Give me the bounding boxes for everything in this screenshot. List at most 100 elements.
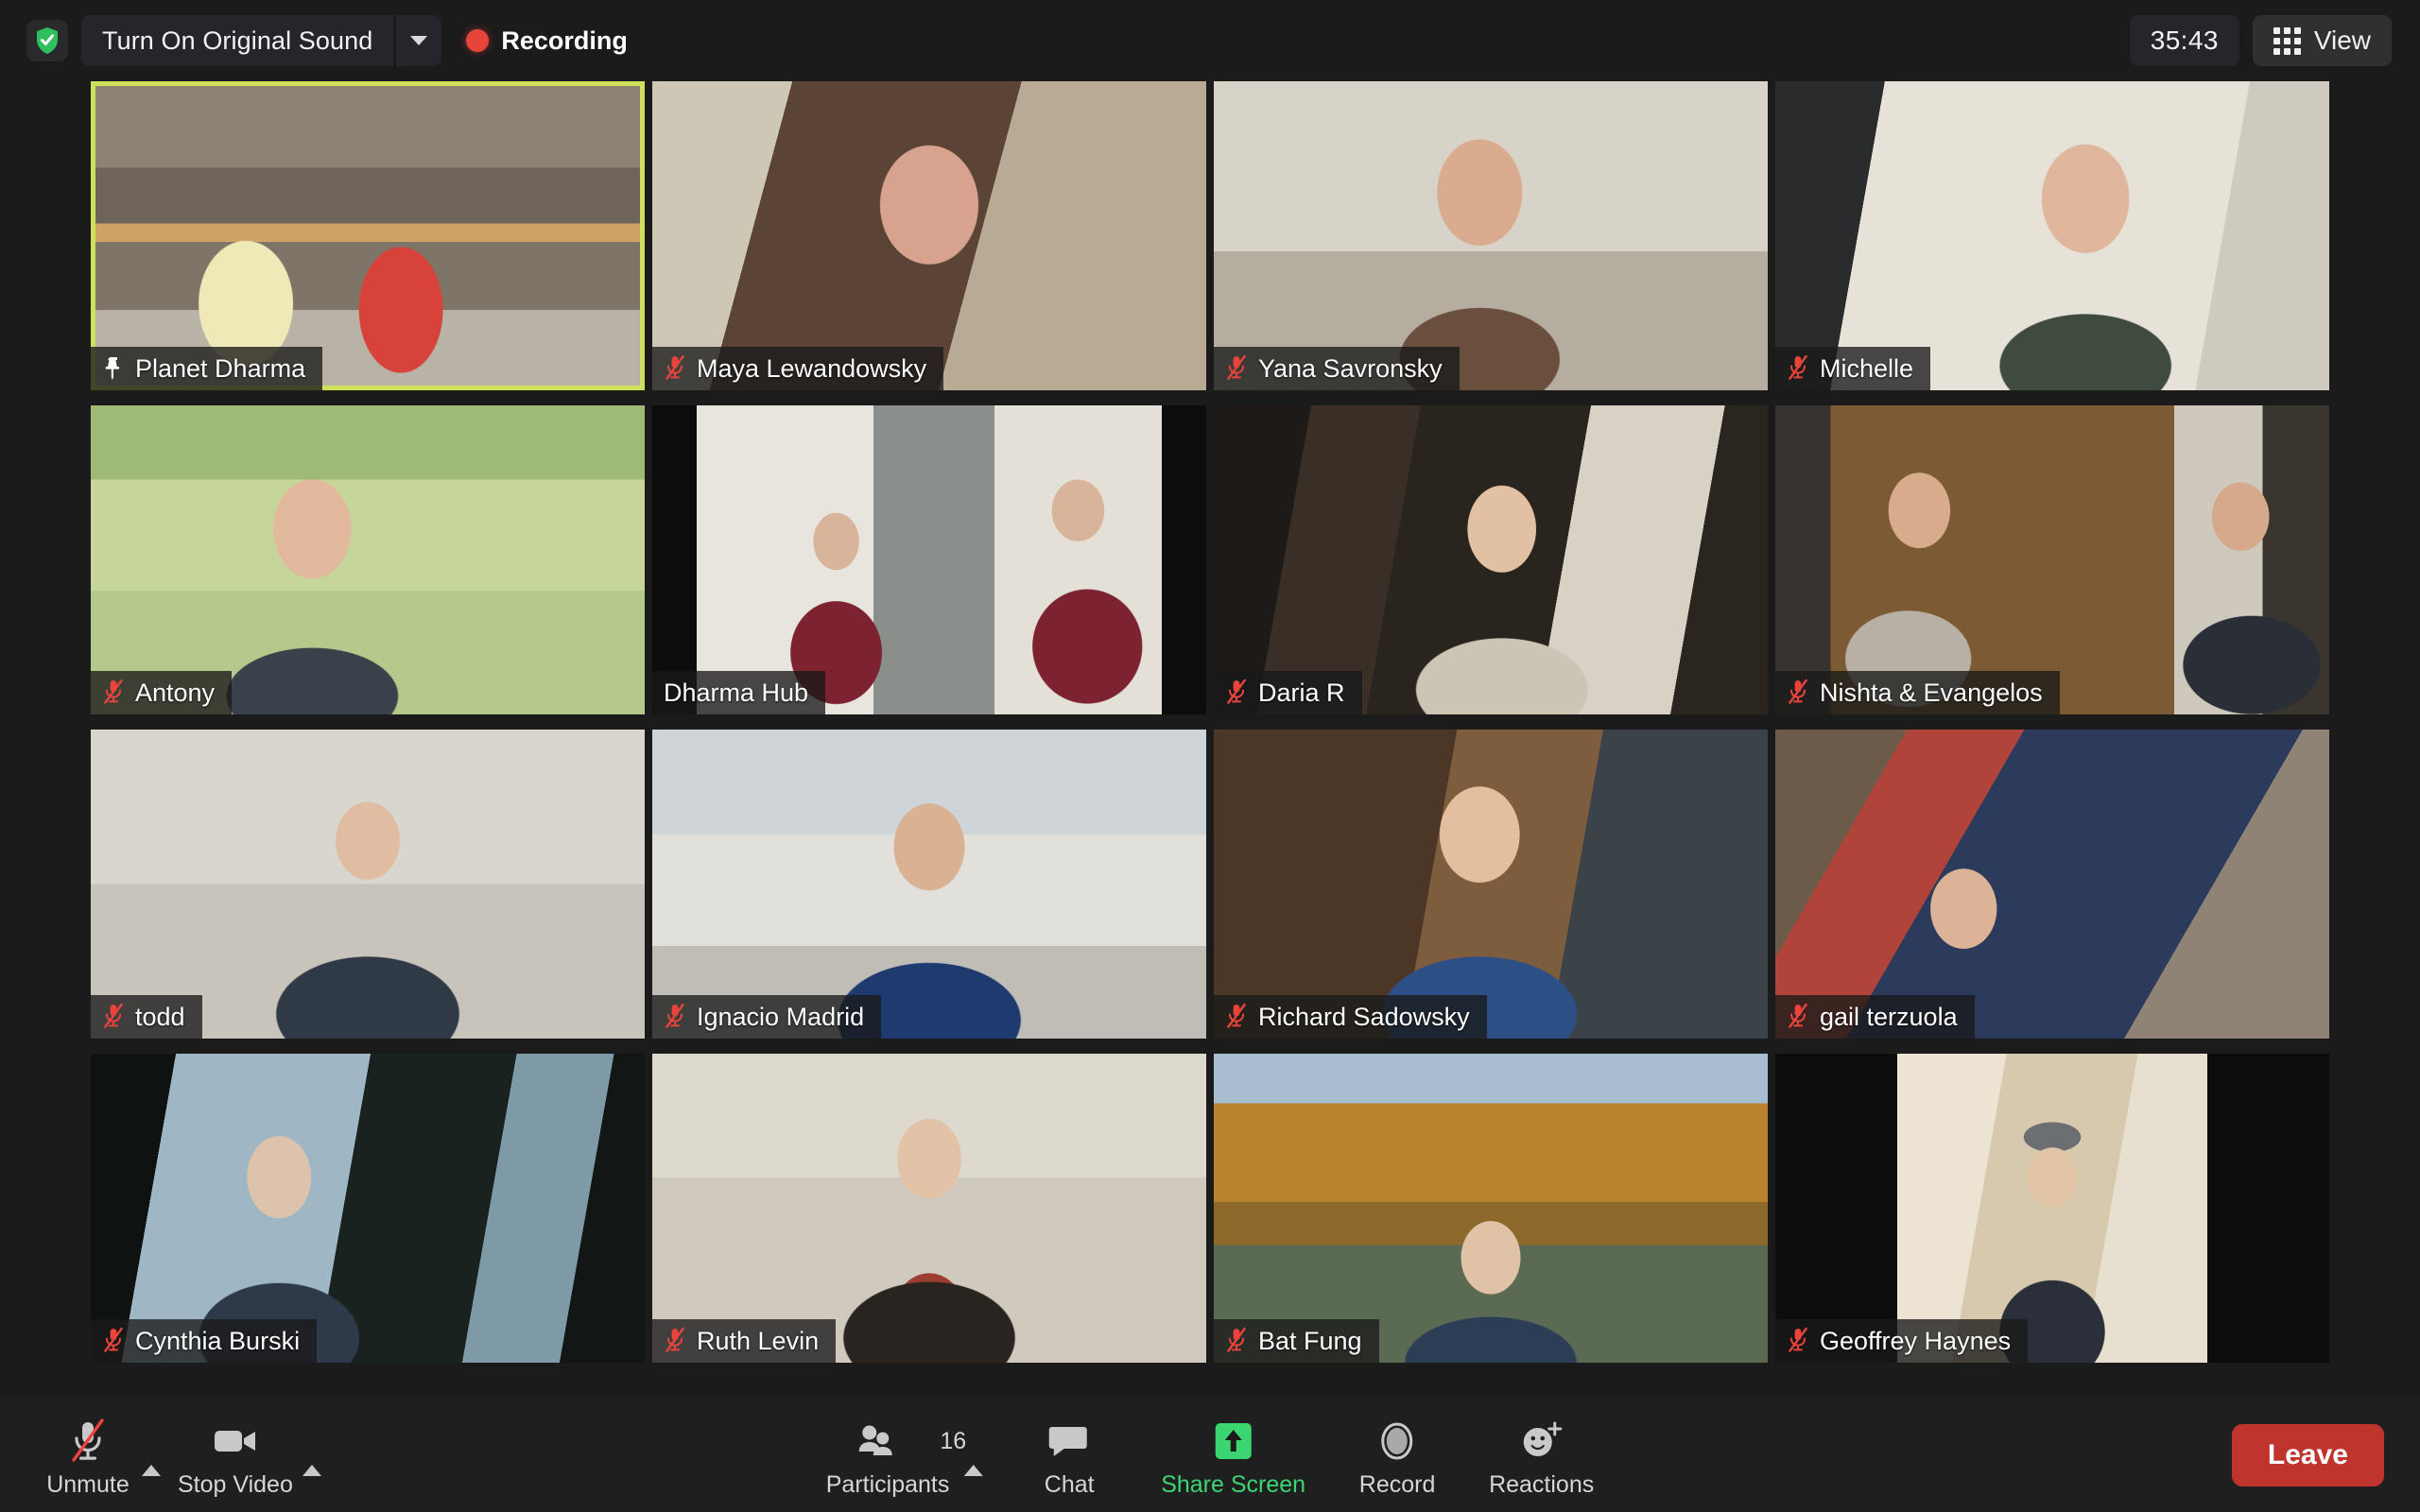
participant-tile[interactable]: Antony [91,405,645,714]
record-button[interactable]: Record [1341,1413,1453,1499]
participant-tile[interactable]: Nishta & Evangelos [1775,405,2329,714]
grid-icon [2273,26,2301,55]
microphone-muted-icon [1225,1003,1248,1031]
chat-label: Chat [1044,1470,1095,1498]
zoom-meeting-window: Turn On Original Sound Recording 35:43 V… [0,0,2420,1512]
participant-tile[interactable]: Geoffrey Haynes [1775,1054,2329,1363]
participant-tile[interactable]: Bat Fung [1214,1054,1768,1363]
participant-name: Planet Dharma [135,353,306,383]
participant-video [1214,81,1768,390]
participant-video [1214,1054,1768,1363]
share-screen-button[interactable]: Share Screen [1150,1413,1317,1499]
chevron-up-icon [964,1449,984,1476]
participant-tile[interactable]: Ruth Levin [652,1054,1206,1363]
participant-video [652,81,1206,390]
participant-name: Maya Lewandowsky [697,353,927,383]
view-button[interactable]: View [2252,15,2392,66]
participant-name-plate: Maya Lewandowsky [652,347,944,390]
participants-control-group: Participants 16 [815,1413,989,1499]
reactions-button[interactable]: Reactions [1478,1413,1605,1499]
participant-name: Nishta & Evangelos [1820,678,2043,707]
pin-icon [102,354,125,383]
gallery-row: todd Ignacio Madrid Richard Sadowsky gail t… [91,730,2329,1046]
recording-indicator[interactable]: Recording [466,26,628,56]
participant-tile[interactable]: Planet Dharma [91,81,645,390]
record-circle-icon [1375,1417,1419,1466]
microphone-muted-icon [664,354,686,383]
unmute-button[interactable]: Unmute [32,1413,144,1499]
chevron-up-icon [142,1449,161,1476]
audio-options-dropdown[interactable] [142,1445,161,1476]
original-sound-button[interactable]: Turn On Original Sound [81,15,442,66]
microphone-muted-icon [664,1327,686,1355]
leave-button[interactable]: Leave [2231,1424,2384,1486]
toolbar-center-group: Participants 16 Chat Share Screen Record… [815,1413,1605,1499]
unmute-label: Unmute [46,1470,130,1498]
video-options-dropdown[interactable] [302,1445,321,1476]
speech-bubble-icon [1048,1417,1090,1466]
participants-options-dropdown[interactable] [964,1445,984,1476]
microphone-muted-icon [1225,679,1248,707]
recording-dot-icon [466,29,490,52]
chat-button[interactable]: Chat [1013,1413,1125,1499]
participant-video [1896,1054,2208,1363]
participant-name-plate: todd [91,995,202,1039]
participant-name: Richard Sadowsky [1258,1002,1470,1031]
meeting-timer: 35:43 [2129,15,2239,66]
participants-label: Participants [825,1470,950,1498]
participant-tile[interactable]: Ignacio Madrid [652,730,1206,1039]
participant-name-plate: Yana Savronsky [1214,347,1460,390]
gallery-row: Planet Dharma Maya Lewandowsky Yana Savron… [91,81,2329,398]
original-sound-dropdown[interactable] [396,15,441,66]
top-bar-left-group: Turn On Original Sound Recording [0,15,628,66]
participant-tile[interactable]: Michelle [1775,81,2329,390]
participant-video [1775,405,2329,714]
audio-control-group: Unmute [32,1413,166,1499]
security-shield-icon[interactable] [26,20,68,61]
participant-name: Antony [135,678,216,707]
meeting-controls-toolbar: Unmute Stop Video Participants 16 Chat S… [0,1399,2420,1512]
participant-name: Geoffrey Haynes [1820,1326,2012,1355]
participant-name-plate: Dharma Hub [652,671,826,714]
participant-video [652,1054,1206,1363]
participant-name: Dharma Hub [664,678,809,707]
toolbar-right-group: Leave [2231,1424,2420,1486]
meeting-top-bar: Turn On Original Sound Recording 35:43 V… [0,0,2420,81]
participant-tile[interactable]: Cynthia Burski [91,1054,645,1363]
participant-name: Ignacio Madrid [697,1002,865,1031]
participant-tile[interactable]: Daria R [1214,405,1768,714]
reactions-label: Reactions [1489,1470,1595,1498]
stop-video-label: Stop Video [178,1470,293,1498]
stop-video-button[interactable]: Stop Video [166,1413,304,1499]
participants-button[interactable]: Participants [815,1413,961,1499]
microphone-muted-icon [1787,354,1809,383]
participant-video [91,405,645,714]
gallery-row: Antony Dharma Hub Daria R Nishta & Evangelo… [91,405,2329,722]
microphone-muted-icon [66,1417,110,1466]
participant-video [1775,730,2329,1039]
participant-name-plate: Richard Sadowsky [1214,995,1487,1039]
participant-name-plate: Antony [91,671,233,714]
participant-name-plate: Geoffrey Haynes [1775,1319,2029,1363]
toolbar-left-group: Unmute Stop Video [0,1413,327,1499]
recording-label: Recording [501,26,628,55]
microphone-muted-icon [1787,679,1809,707]
participant-video [91,81,645,390]
participant-tile[interactable]: Richard Sadowsky [1214,730,1768,1039]
original-sound-label: Turn On Original Sound [102,26,373,55]
gallery-row: Cynthia Burski Ruth Levin Bat Fung Geoffrey… [91,1054,2329,1370]
participant-tile[interactable]: Maya Lewandowsky [652,81,1206,390]
participant-name: Michelle [1820,353,1914,383]
microphone-muted-icon [1787,1327,1809,1355]
participant-tile[interactable]: Dharma Hub [652,405,1206,714]
microphone-muted-icon [1225,354,1248,383]
participant-name: Cynthia Burski [135,1326,301,1355]
smiley-plus-icon [1519,1417,1564,1466]
participant-tile[interactable]: todd [91,730,645,1039]
participant-tile[interactable]: gail terzuola [1775,730,2329,1039]
participant-tile[interactable]: Yana Savronsky [1214,81,1768,390]
microphone-muted-icon [102,1327,125,1355]
participant-video [652,730,1206,1039]
participant-name: gail terzuola [1820,1002,1958,1031]
participant-name: Bat Fung [1258,1326,1362,1355]
